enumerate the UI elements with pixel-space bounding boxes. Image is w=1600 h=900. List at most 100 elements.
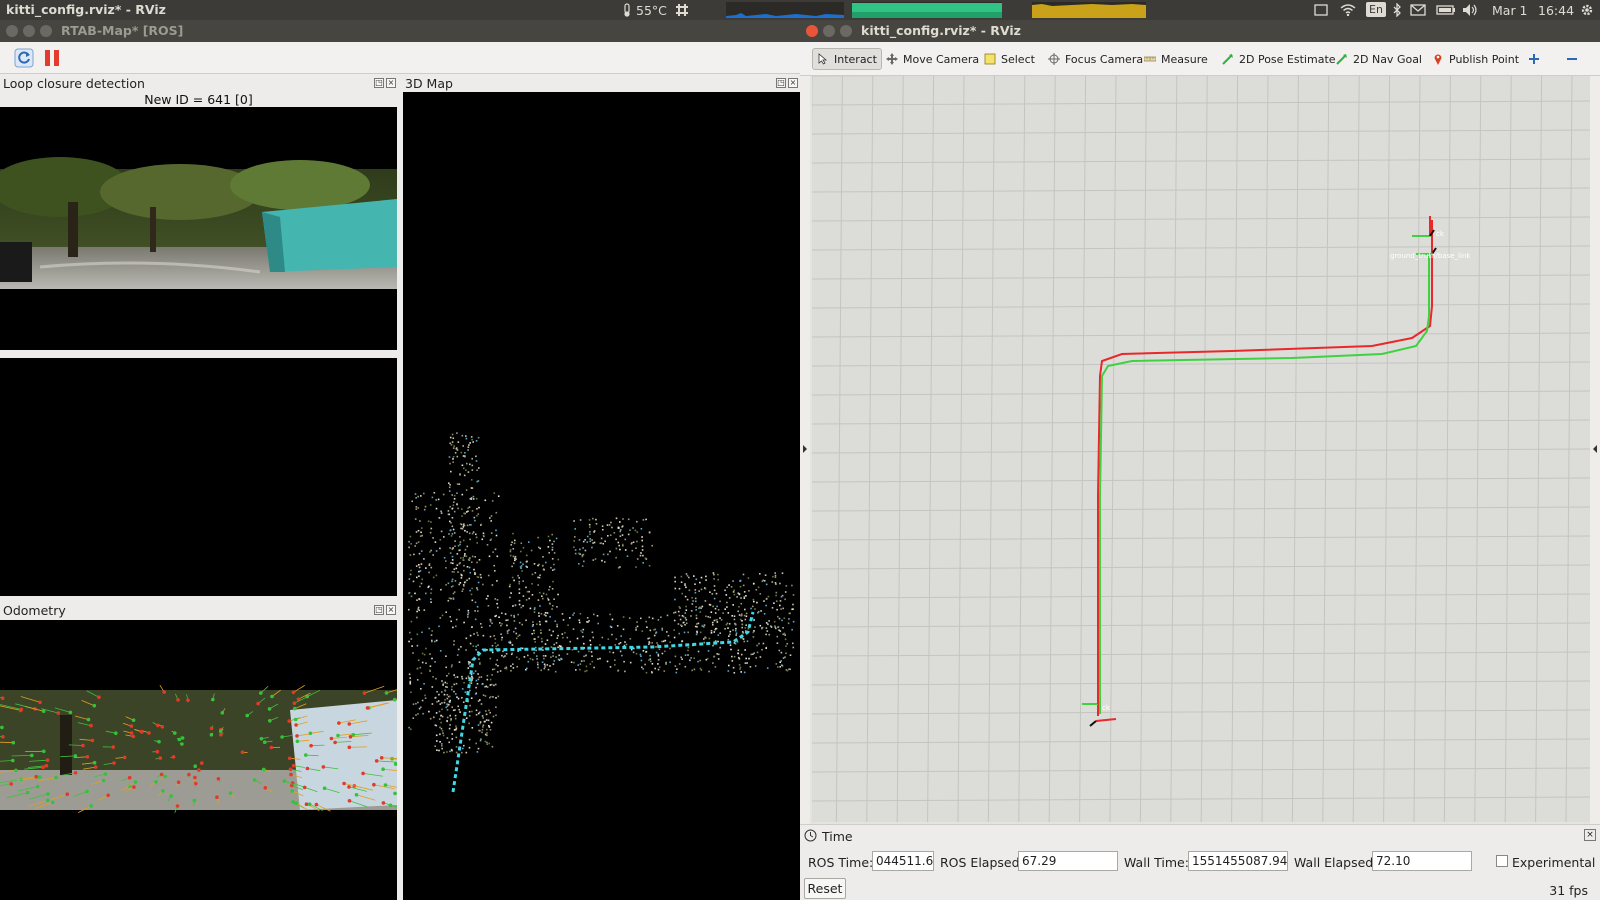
- date-indicator[interactable]: Mar 1: [1492, 2, 1528, 18]
- mail-icon: [1410, 4, 1426, 16]
- system-menu[interactable]: [1580, 2, 1594, 18]
- map3d-title: 3D Map: [405, 76, 453, 91]
- close-dock-button[interactable]: ×: [788, 78, 798, 88]
- nav-goal-arrow-icon: [1336, 54, 1347, 65]
- tool-select[interactable]: Select: [980, 48, 1039, 70]
- odometry-dock-title: Odometry: [3, 603, 393, 619]
- float-dock-button[interactable]: ◳: [776, 78, 786, 88]
- pause-icon[interactable]: [42, 48, 62, 68]
- volume-indicator[interactable]: [1462, 2, 1478, 18]
- refresh-icon[interactable]: [14, 48, 34, 68]
- keyboard-layout: En: [1369, 3, 1383, 16]
- rviz-toolbar: Interact Move Camera Select Focus Camera…: [800, 42, 1600, 76]
- wall-elapsed-field[interactable]: 72.10: [1372, 851, 1472, 871]
- slack-icon: [676, 4, 688, 16]
- map3d-dock-buttons: ◳ ×: [776, 78, 798, 90]
- rviz-maximize-button[interactable]: [840, 25, 852, 37]
- expand-right-icon: [1593, 445, 1597, 453]
- minus-icon: [1567, 58, 1577, 60]
- rviz-minimize-button[interactable]: [823, 25, 835, 37]
- trajectory-path: [451, 611, 755, 793]
- battery-indicator[interactable]: [1436, 2, 1456, 18]
- tool-label: 2D Pose Estimate: [1239, 52, 1336, 66]
- pose-arrow-icon: [1222, 54, 1233, 65]
- odometry-feature-image: [0, 684, 397, 813]
- street-camera-image: [0, 157, 397, 289]
- rtabmap-main-area: Loop closure detection ◳ × New ID = 641 …: [0, 74, 800, 900]
- add-tool-button[interactable]: [1524, 48, 1544, 70]
- window-indicator[interactable]: [1314, 2, 1328, 18]
- select-icon: [984, 53, 996, 65]
- fps-readout: 31 fps: [1549, 883, 1588, 898]
- loop-closure-dock-buttons: ◳ ×: [374, 78, 396, 90]
- odometry-title: Odometry: [3, 603, 66, 618]
- rviz-window-title: kitti_config.rviz* - RViz: [861, 23, 1021, 38]
- keyboard-indicator[interactable]: En: [1366, 2, 1386, 17]
- experimental-label: Experimental: [1512, 855, 1596, 870]
- left-panel-toggle[interactable]: [800, 76, 810, 824]
- tool-label: Publish Point: [1449, 52, 1520, 66]
- tool-focus-camera[interactable]: Focus Camera: [1044, 48, 1147, 70]
- ros-elapsed-field[interactable]: 67.29: [1018, 851, 1118, 871]
- loop-closure-title: Loop closure detection: [3, 76, 145, 91]
- ros-elapsed-label: ROS Elapsed:: [940, 855, 1024, 870]
- rtabmap-maximize-button[interactable]: [40, 25, 52, 37]
- tool-2d-nav-goal[interactable]: 2D Nav Goal: [1332, 48, 1426, 70]
- ros-time-field[interactable]: 044511.61: [872, 851, 934, 871]
- remove-tool-button[interactable]: [1562, 48, 1582, 70]
- focus-camera-icon: [1048, 53, 1060, 65]
- loop-closure-new-image-view: [0, 107, 397, 350]
- tool-label: Focus Camera: [1065, 52, 1144, 66]
- temperature-indicator[interactable]: 55°C: [622, 2, 667, 18]
- bluetooth-indicator[interactable]: [1392, 2, 1402, 18]
- close-dock-button[interactable]: ×: [386, 605, 396, 615]
- rtabmap-titlebar: RTAB-Map* [ROS]: [0, 20, 800, 42]
- mail-indicator[interactable]: [1410, 2, 1426, 18]
- rtabmap-toolbar: [0, 42, 800, 74]
- rtabmap-close-button[interactable]: [6, 25, 18, 37]
- memory-graph[interactable]: [852, 2, 1002, 18]
- network-graph[interactable]: [1032, 2, 1146, 18]
- map-pin-icon: [1434, 54, 1442, 65]
- tool-label: Select: [1001, 52, 1035, 66]
- map3d-view[interactable]: [403, 92, 800, 900]
- float-dock-button[interactable]: ◳: [374, 605, 384, 615]
- reset-button[interactable]: Reset: [804, 878, 846, 899]
- time-panel: Time × ROS Time: 044511.61 ROS Elapsed: …: [800, 824, 1600, 900]
- clock-indicator[interactable]: 16:44: [1538, 2, 1574, 18]
- tool-interact[interactable]: Interact: [812, 48, 882, 70]
- rviz-3d-view[interactable]: ck ground_truth/base_link ck: [812, 76, 1590, 822]
- right-panel-toggle[interactable]: [1590, 76, 1600, 824]
- time-panel-close-button[interactable]: ×: [1584, 829, 1596, 841]
- tool-2d-pose-estimate[interactable]: 2D Pose Estimate: [1218, 48, 1340, 70]
- float-dock-button[interactable]: ◳: [374, 78, 384, 88]
- tool-measure[interactable]: Measure: [1140, 48, 1212, 70]
- ruler-icon: [1144, 56, 1156, 62]
- date: Mar 1: [1492, 2, 1528, 18]
- end-frame-short-label: ck: [1436, 230, 1445, 238]
- tool-label: 2D Nav Goal: [1353, 52, 1422, 66]
- slack-indicator[interactable]: [675, 2, 689, 18]
- grid-view: ck ground_truth/base_link ck: [812, 76, 1590, 822]
- ground-grid: [812, 76, 1590, 822]
- rtabmap-minimize-button[interactable]: [23, 25, 35, 37]
- experimental-checkbox[interactable]: [1496, 855, 1508, 867]
- wall-time-field[interactable]: 1551455087.94: [1188, 851, 1288, 871]
- time-panel-title: Time: [822, 829, 853, 844]
- tool-label: Measure: [1161, 52, 1208, 66]
- wall-elapsed-label: Wall Elapsed:: [1294, 855, 1378, 870]
- top-panel: kitti_config.rviz* - RViz 55°C En Mar 1 …: [0, 0, 1600, 20]
- bluetooth-icon: [1393, 3, 1401, 17]
- tool-move-camera[interactable]: Move Camera: [882, 48, 983, 70]
- odometry-dock-buttons: ◳ ×: [374, 605, 396, 617]
- loop-closure-match-image-view: [0, 358, 397, 596]
- odometry-image-view: [0, 620, 397, 900]
- close-dock-button[interactable]: ×: [386, 78, 396, 88]
- map3d-dock-title: 3D Map: [405, 76, 795, 92]
- rviz-close-button[interactable]: [806, 25, 818, 37]
- tool-publish-point[interactable]: Publish Point: [1428, 48, 1523, 70]
- temperature-value: 55°C: [636, 2, 667, 18]
- thermometer-icon: [624, 3, 630, 17]
- cpu-graph[interactable]: [726, 2, 844, 18]
- wifi-indicator[interactable]: [1340, 2, 1356, 18]
